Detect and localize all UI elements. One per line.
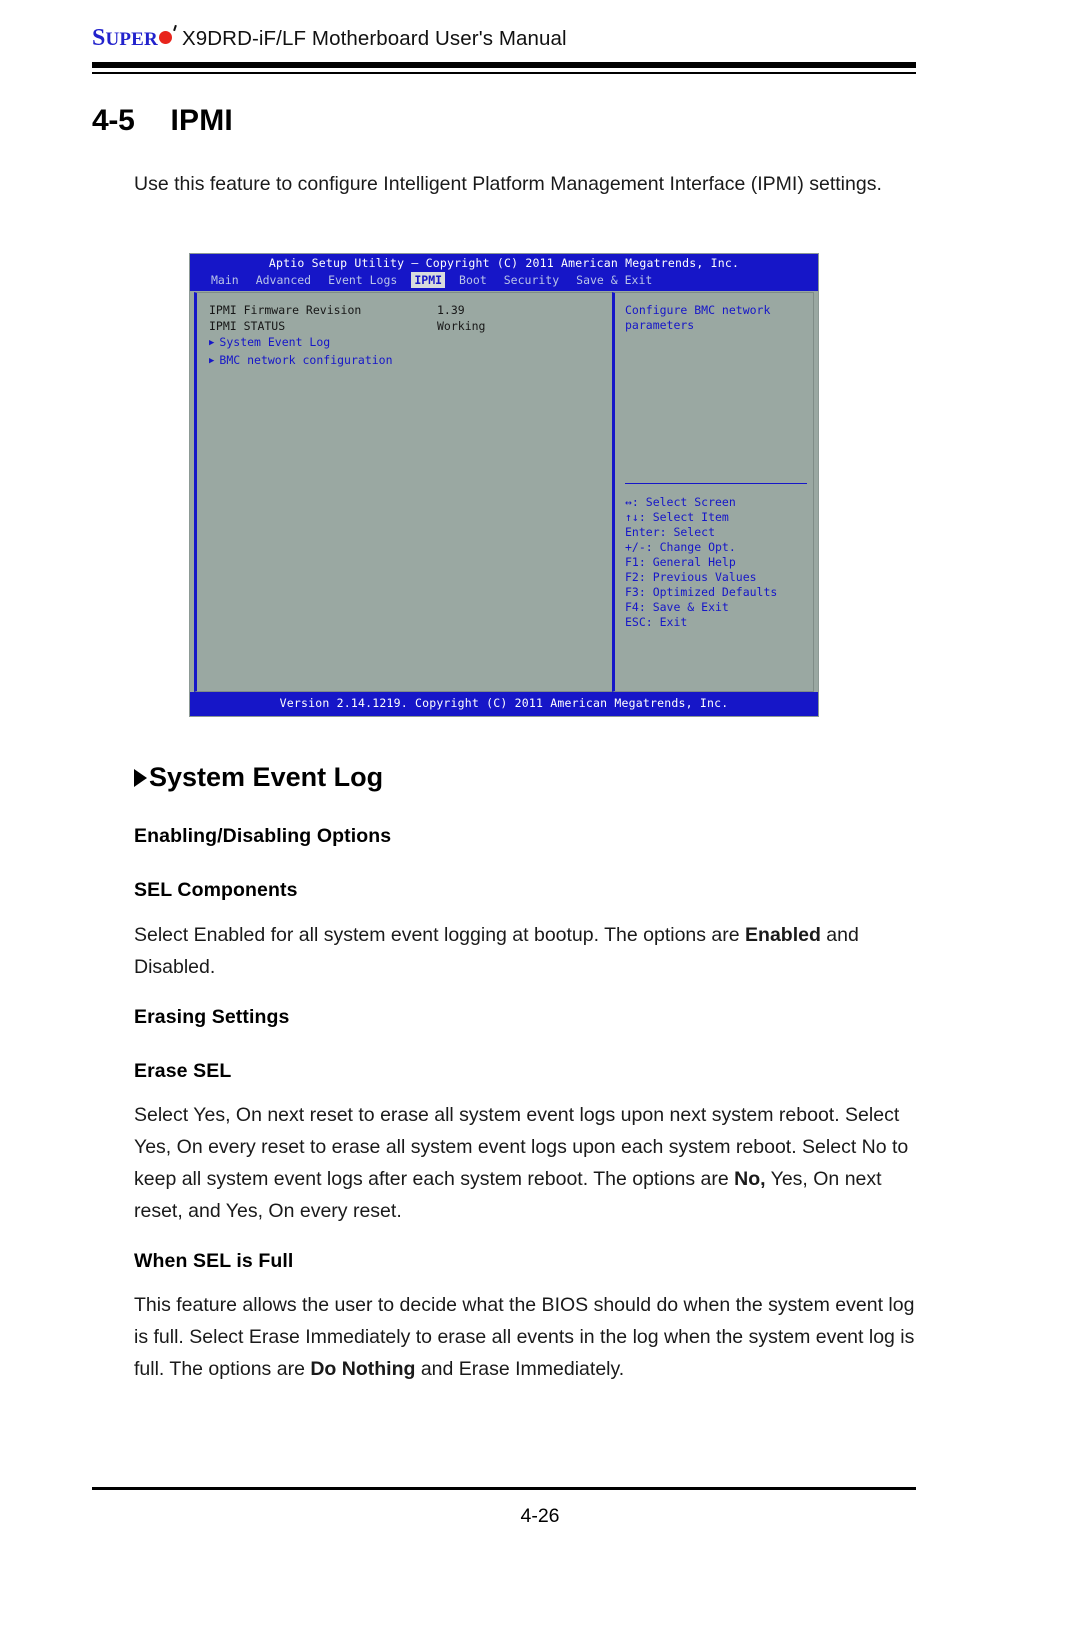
- paragraph-sel-components: Select Enabled for all system event logg…: [134, 919, 916, 983]
- bios-key-general-help: F1: General Help: [625, 555, 736, 569]
- triangle-right-icon: ▶: [209, 356, 215, 366]
- supermicro-logo: S UPER: [92, 24, 177, 51]
- bios-key-save-exit: F4: Save & Exit: [625, 600, 729, 614]
- bios-menu-main[interactable]: Main: [208, 272, 242, 288]
- bios-key-previous-values: F2: Previous Values: [625, 570, 757, 584]
- bios-label-firmware-revision: IPMI Firmware Revision: [209, 303, 362, 317]
- paragraph-when-sel-is-full: This feature allows the user to decide w…: [134, 1289, 916, 1385]
- bios-title: Aptio Setup Utility – Copyright (C) 2011…: [268, 256, 740, 270]
- bios-key-select-screen: ↔: Select Screen: [625, 495, 736, 509]
- bios-menu-ipmi[interactable]: IPMI: [411, 272, 446, 288]
- bios-version-footer: Version 2.14.1219. Copyright (C) 2011 Am…: [190, 692, 818, 716]
- bios-key-change-opt: +/-: Change Opt.: [625, 540, 736, 554]
- page-number: 4-26: [520, 1505, 560, 1527]
- footer-rule: [92, 1487, 916, 1490]
- heading-sel-components: SEL Components: [134, 879, 298, 901]
- bios-key-select-item: ↑↓: Select Item: [625, 510, 729, 524]
- intro-block: Use this feature to configure Intelligen…: [134, 168, 916, 200]
- heading-enabling-disabling-options: Enabling/Disabling Options: [134, 825, 392, 847]
- bios-submenu-label-system-event-log: System Event Log: [219, 335, 331, 349]
- bios-value-ipmi-status: Working: [437, 319, 486, 333]
- bios-key-esc-exit: ESC: Exit: [625, 615, 688, 629]
- bios-submenu-bmc-network-configuration[interactable]: ▶ BMC network configuration: [209, 353, 612, 370]
- logo-letter-s: S: [92, 25, 106, 51]
- bios-help-pane: Configure BMC network parameters ↔: Sele…: [612, 292, 814, 692]
- bios-menu-save-exit[interactable]: Save & Exit: [573, 272, 655, 288]
- logo-tick-icon: [173, 24, 177, 32]
- bios-menu-advanced[interactable]: Advanced: [253, 272, 314, 288]
- header-title: X9DRD-iF/LF Motherboard User's Manual: [181, 27, 567, 50]
- bios-menu-boot[interactable]: Boot: [456, 272, 490, 288]
- when-sel-full-text-2: and Erase Immediately.: [415, 1358, 625, 1380]
- bios-row-firmware-revision: IPMI Firmware Revision 1.39: [209, 303, 612, 318]
- bios-submenu-system-event-log[interactable]: ▶ System Event Log: [209, 335, 612, 352]
- running-header: S UPER X9DRD-iF/LF Motherboard User's Man…: [92, 24, 916, 76]
- section-title: IPMI: [170, 104, 233, 137]
- bios-settings-pane: IPMI Firmware Revision 1.39 IPMI STATUS …: [194, 292, 612, 692]
- heading-system-event-log-label: System Event Log: [149, 762, 384, 792]
- triangle-right-icon: ▶: [209, 338, 215, 348]
- bios-row-ipmi-status: IPMI STATUS Working: [209, 319, 612, 334]
- intro-paragraph: Use this feature to configure Intelligen…: [134, 173, 882, 195]
- bios-body: IPMI Firmware Revision 1.39 IPMI STATUS …: [194, 292, 814, 692]
- bios-key-enter-select: Enter: Select: [625, 525, 716, 539]
- bios-menu-separator: [190, 288, 818, 291]
- bios-screenshot: Aptio Setup Utility – Copyright (C) 2011…: [189, 253, 819, 717]
- bios-menu-security[interactable]: Security: [501, 272, 562, 288]
- sel-components-bold-1: Enabled: [745, 924, 821, 946]
- bios-label-ipmi-status: IPMI STATUS: [209, 319, 286, 333]
- sel-components-text-1: Select Enabled for all system event logg…: [134, 924, 746, 946]
- bios-value-firmware-revision: 1.39: [437, 303, 465, 317]
- bios-menubar: Main Advanced Event Logs IPMI Boot Secur…: [208, 272, 655, 288]
- bios-submenu-label-bmc-network-configuration: BMC network configuration: [219, 353, 393, 367]
- logo-text-uper: UPER: [105, 29, 158, 50]
- header-rule-thin: [92, 72, 916, 74]
- heading-system-event-log: System Event Log: [134, 762, 383, 793]
- bios-menu-event-logs[interactable]: Event Logs: [325, 272, 400, 288]
- triangle-right-icon: [134, 768, 147, 787]
- erase-sel-bold-1: No,: [734, 1168, 766, 1190]
- section-heading: 4-5 IPMI: [92, 104, 233, 138]
- manual-page: S UPER X9DRD-iF/LF Motherboard User's Man…: [0, 0, 1080, 1650]
- header-rule-thick: [92, 62, 916, 68]
- heading-erasing-settings: Erasing Settings: [134, 1006, 290, 1028]
- paragraph-erase-sel: Select Yes, On next reset to erase all s…: [134, 1099, 916, 1227]
- logo-dot-icon: [158, 31, 172, 44]
- bios-key-optimized-defaults: F3: Optimized Defaults: [625, 585, 778, 599]
- heading-when-sel-is-full: When SEL is Full: [134, 1250, 294, 1272]
- section-number: 4-5: [92, 104, 135, 137]
- bios-key-legend: ↔: Select Screen ↑↓: Select Item Enter: …: [625, 495, 777, 630]
- heading-erase-sel: Erase SEL: [134, 1060, 232, 1082]
- bios-help-divider: [625, 483, 807, 484]
- when-sel-full-bold-1: Do Nothing: [310, 1358, 416, 1380]
- bios-help-text: Configure BMC network parameters: [625, 303, 771, 332]
